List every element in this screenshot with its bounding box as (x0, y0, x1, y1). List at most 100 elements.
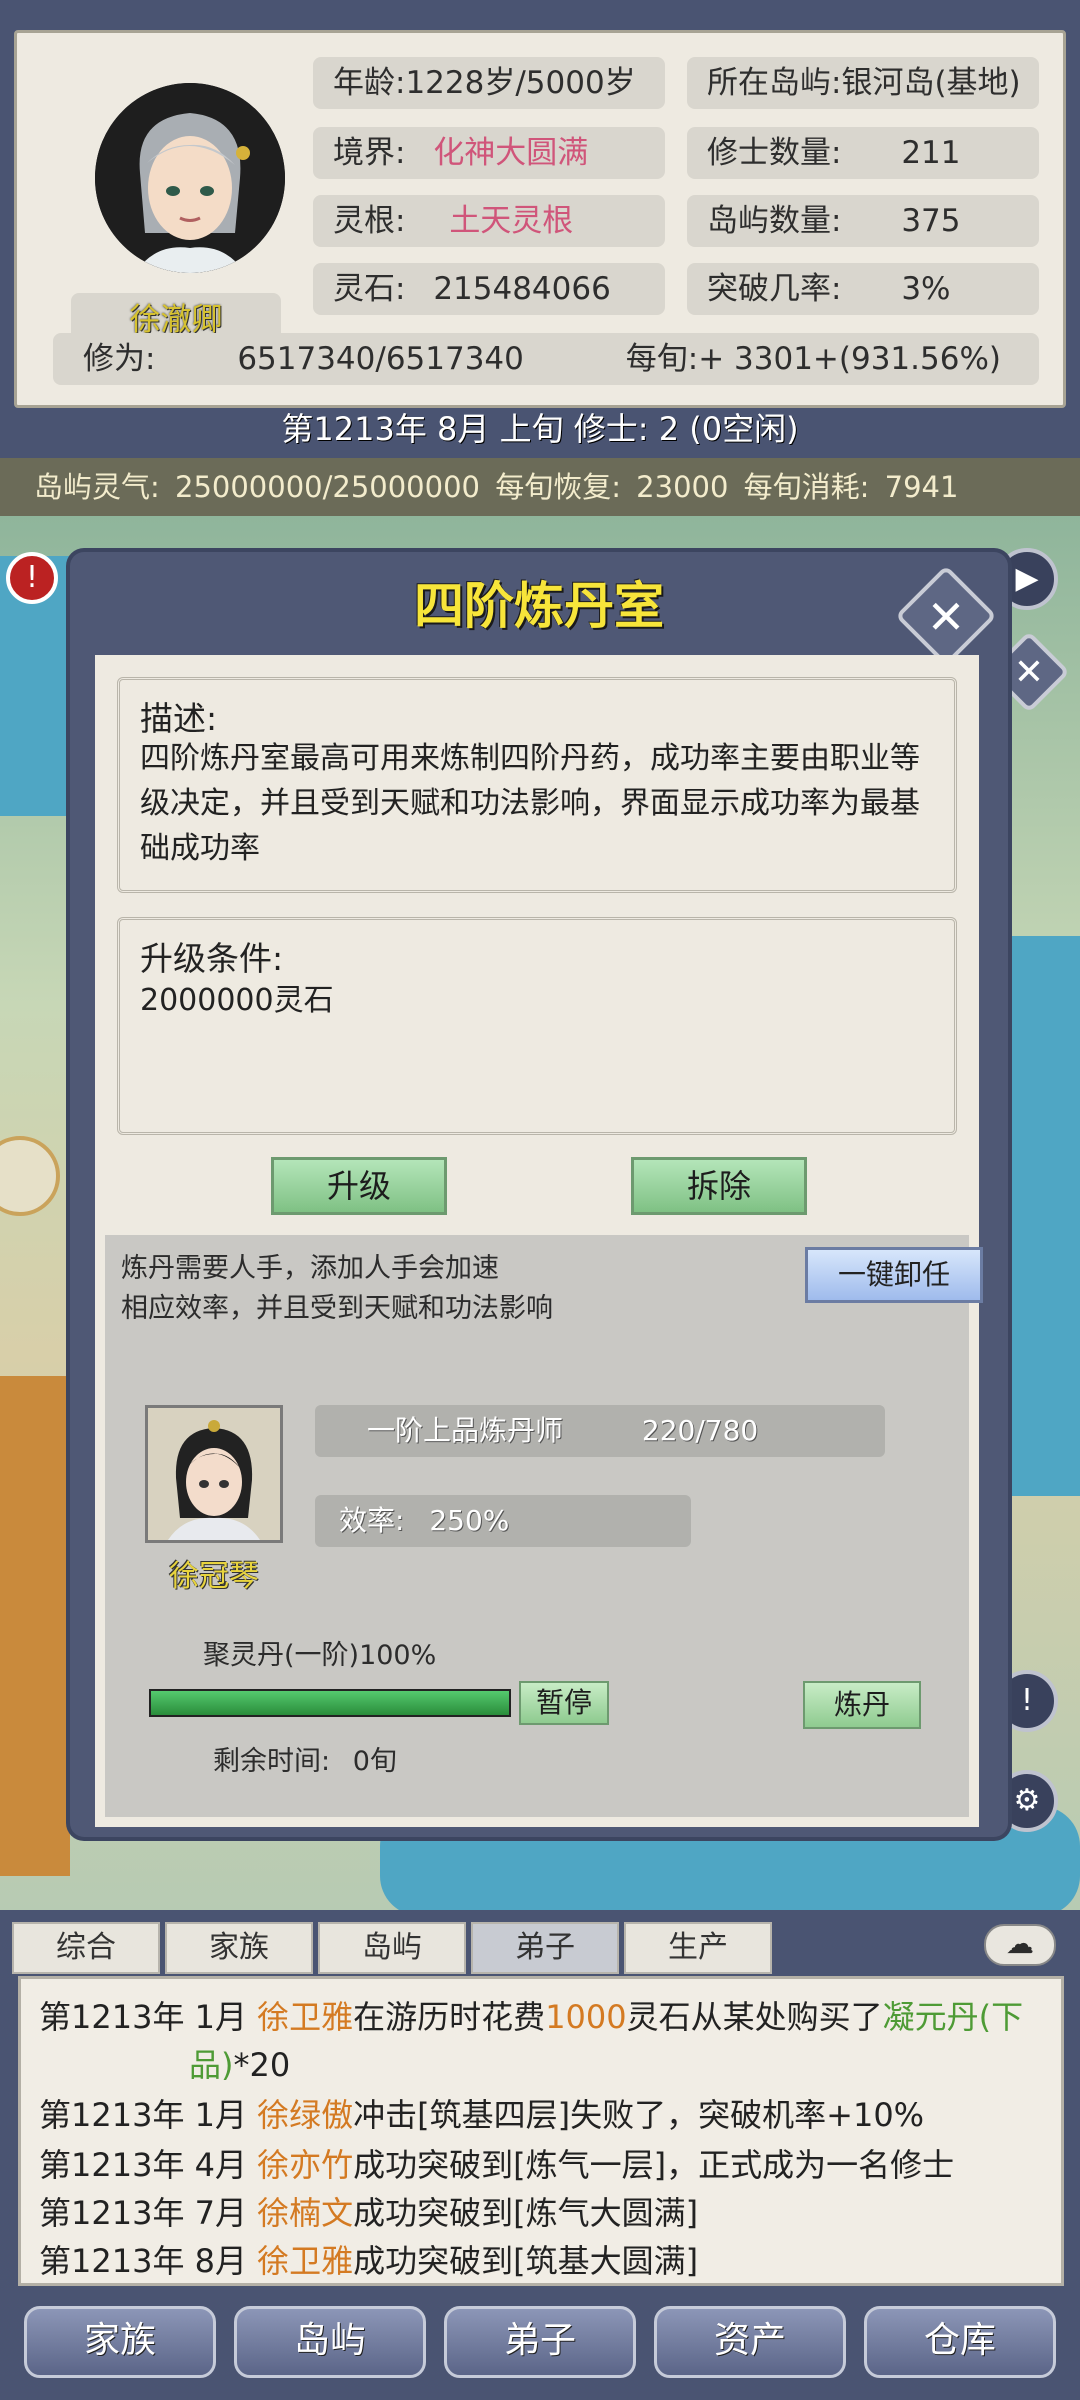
log-name: 徐亦竹 (257, 2146, 354, 2184)
worker-rank-bar: 一阶上品炼丹师 220/780 (315, 1405, 885, 1457)
log-entry: 第1213年 1月 徐卫雅在游历时花费1000灵石从某处购买了凝元丹(下 (39, 1993, 1023, 2041)
log-date: 第1213年 1月 (39, 1998, 247, 2036)
spirit-stone-label: 灵石: (333, 271, 406, 307)
upgrade-cost: 2000000灵石 (140, 983, 334, 1018)
task-progress-bar (149, 1689, 511, 1717)
description-title: 描述: (140, 699, 218, 738)
nav-island-button[interactable]: 岛屿 (234, 2306, 426, 2378)
remaining-value: 0旬 (352, 1746, 397, 1777)
cloud-icon[interactable]: ☁ (984, 1924, 1056, 1966)
breakthrough-label: 突破几率: (707, 271, 842, 307)
log-date: 第1213年 4月 (39, 2146, 247, 2184)
log-name: 徐绿傲 (257, 2096, 354, 2134)
nav-family-button[interactable]: 家族 (24, 2306, 216, 2378)
location-field: 所在岛屿:银河岛(基地) (687, 57, 1039, 109)
cultivation-field: 修为: 6517340/6517340 每旬:+ 3301+(931.56%) (53, 333, 1039, 385)
log-entry-continuation: 品)*20 (189, 2041, 290, 2089)
log-entry: 第1213年 4月 徐亦竹成功突破到[炼气一层]，正式成为一名修士 (39, 2141, 954, 2189)
description-box: 描述: 四阶炼丹室最高可用来炼制四阶丹药，成功率主要由职业等级决定，并且受到天赋… (117, 677, 957, 893)
character-avatar[interactable] (95, 83, 285, 273)
log-number: 1000 (545, 1998, 627, 2036)
upgrade-title: 升级条件: (140, 939, 284, 978)
worker-hint-line-2: 相应效率，并且受到天赋和功法影响 (121, 1293, 553, 1324)
log-tabs: 综合 家族 岛屿 弟子 生产 ☁ (0, 1910, 1080, 1976)
age-field: 年龄:1228岁/5000岁 (313, 57, 665, 109)
realm-value: 化神大圆满 (433, 135, 589, 171)
log-text: 冲击[筑基四层]失败了，突破机率+10% (353, 2096, 925, 2134)
bottom-nav: 家族 岛屿 弟子 资产 仓库 (0, 2286, 1080, 2400)
alert-icon[interactable]: ! (6, 552, 58, 604)
island-qi-bar: 岛屿灵气: 25000000/25000000 每旬恢复: 23000 每旬消耗… (0, 458, 1080, 516)
spirit-root-label: 灵根: (333, 203, 406, 239)
realm-field: 境界: 化神大圆满 (313, 127, 665, 179)
cultivator-count-value: 211 (901, 135, 961, 171)
log-item: 凝元丹(下 (882, 1998, 1024, 2036)
log-name: 徐卫雅 (257, 2242, 354, 2280)
worker-rank: 一阶上品炼丹师 (367, 1414, 564, 1447)
worker-efficiency-bar: 效率: 250% (315, 1495, 691, 1547)
map-building-icon[interactable] (0, 1136, 60, 1216)
remaining-label: 剩余时间: (213, 1746, 331, 1777)
demolish-button[interactable]: 拆除 (631, 1157, 807, 1215)
cultivator-count-label: 修士数量: (707, 135, 842, 171)
nav-assets-button[interactable]: 资产 (654, 2306, 846, 2378)
dialog-title: 四阶炼丹室 (414, 577, 664, 635)
remaining-time: 剩余时间: 0旬 (213, 1739, 397, 1778)
nav-warehouse-button[interactable]: 仓库 (864, 2306, 1056, 2378)
efficiency-label: 效率: (339, 1504, 405, 1537)
island-count-field: 岛屿数量: 375 (687, 195, 1039, 247)
island-count-value: 375 (901, 203, 961, 239)
log-text: 在游历时花费 (353, 1998, 546, 2036)
tab-disciples[interactable]: 弟子 (471, 1922, 619, 1974)
per-period-value: 每旬:+ 3301+(931.56%) (625, 341, 1002, 377)
spirit-root-field: 灵根: 土天灵根 (313, 195, 665, 247)
breakthrough-field: 突破几率: 3% (687, 263, 1039, 315)
log-date: 第1213年 1月 (39, 2096, 247, 2134)
spirit-root-value: 土天灵根 (449, 203, 574, 239)
task-name: 聚灵丹(一阶)100% (203, 1640, 437, 1671)
log-text: 成功突破到[炼气大圆满] (353, 2194, 699, 2232)
nav-disciples-button[interactable]: 弟子 (444, 2306, 636, 2378)
task-progress-fill (151, 1691, 509, 1715)
close-icon: ✕ (926, 590, 966, 644)
worker-name: 徐冠琴 (169, 1559, 259, 1594)
log-date: 第1213年 7月 (39, 2194, 247, 2232)
island-count-label: 岛屿数量: (707, 203, 842, 239)
log-entry: 第1213年 7月 徐楠文成功突破到[炼气大圆满] (39, 2189, 698, 2237)
upgrade-button[interactable]: 升级 (271, 1157, 447, 1215)
spirit-stone-value: 215484066 (433, 271, 611, 307)
worker-exp: 220/780 (641, 1414, 759, 1447)
character-panel: 徐澈卿 年龄:1228岁/5000岁 所在岛屿:银河岛(基地) 境界: 化神大圆… (14, 30, 1066, 408)
cultivator-count-field: 修士数量: 211 (687, 127, 1039, 179)
date-line: 第1213年 8月 上旬 修士: 2 (0空闲) (0, 408, 1080, 450)
worker-hint-line-1: 炼丹需要人手，添加人手会加速 (121, 1253, 499, 1284)
tab-family[interactable]: 家族 (165, 1922, 313, 1974)
log-text: *20 (233, 2046, 291, 2084)
worker-avatar[interactable] (145, 1405, 283, 1543)
craft-button[interactable]: 炼丹 (803, 1681, 921, 1729)
alchemy-room-dialog: 四阶炼丹室 ✕ 描述: 四阶炼丹室最高可用来炼制四阶丹药，成功率主要由职业等级决… (70, 552, 1008, 1837)
map-field (0, 1376, 70, 1876)
close-icon-glyph: ✕ (1013, 652, 1045, 693)
spirit-stone-field: 灵石: 215484066 (313, 263, 665, 315)
tab-general[interactable]: 综合 (12, 1922, 160, 1974)
pause-button[interactable]: 暂停 (519, 1681, 609, 1725)
cultivation-label: 修为: (83, 341, 156, 377)
tab-production[interactable]: 生产 (624, 1922, 772, 1974)
cultivation-value: 6517340/6517340 (237, 341, 524, 377)
log-date: 第1213年 8月 (39, 2242, 247, 2280)
realm-label: 境界: (333, 135, 406, 171)
log-name: 徐楠文 (257, 2194, 354, 2232)
description-text: 四阶炼丹室最高可用来炼制四阶丹药，成功率主要由职业等级决定，并且受到天赋和功法影… (140, 741, 920, 866)
event-log[interactable]: 第1213年 1月 徐卫雅在游历时花费1000灵石从某处购买了凝元丹(下 品)*… (18, 1976, 1064, 2286)
unassign-all-button[interactable]: 一键卸任 (805, 1247, 983, 1303)
efficiency-value: 250% (429, 1504, 510, 1537)
log-entry: 第1213年 1月 徐绿傲冲击[筑基四层]失败了，突破机率+10% (39, 2091, 924, 2139)
tab-island[interactable]: 岛屿 (318, 1922, 466, 1974)
breakthrough-value: 3% (901, 271, 951, 307)
dialog-body: 描述: 四阶炼丹室最高可用来炼制四阶丹药，成功率主要由职业等级决定，并且受到天赋… (95, 655, 983, 1827)
upgrade-box: 升级条件: 2000000灵石 (117, 917, 957, 1135)
log-text: 成功突破到[炼气一层]，正式成为一名修士 (353, 2146, 955, 2184)
log-text: 成功突破到[筑基大圆满] (353, 2242, 699, 2280)
log-item: 品) (189, 2046, 234, 2084)
